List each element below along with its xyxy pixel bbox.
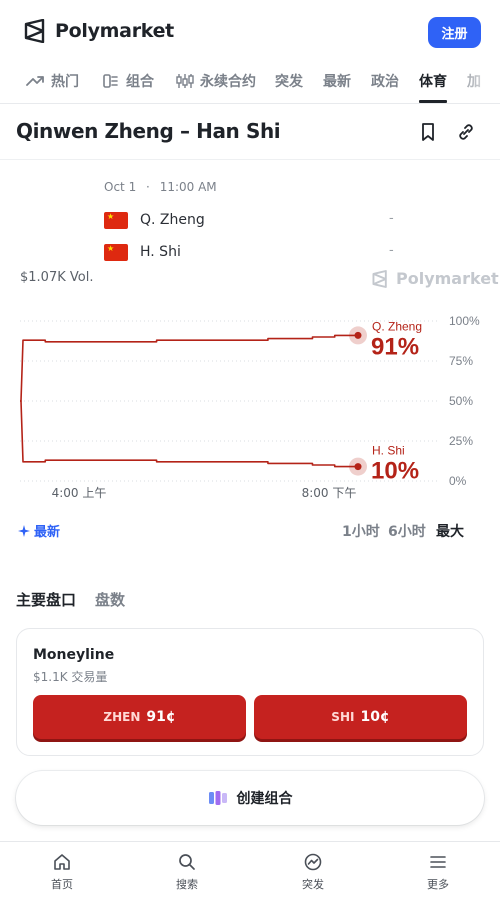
combo-icon xyxy=(103,74,118,88)
bet-option-price: 91¢ xyxy=(146,709,176,725)
china-flag-icon xyxy=(104,243,128,261)
watermark-text: Polymarket xyxy=(396,269,499,288)
nav-item-perpetuals[interactable]: 永续合约 xyxy=(175,71,256,91)
series-endpoint xyxy=(354,331,362,339)
moneyline-card: Moneyline $1.1K 交易量 ZHEN 91¢ SHI 10¢ xyxy=(16,628,484,756)
china-flag-icon xyxy=(104,211,128,229)
range-max-button[interactable]: 最大 xyxy=(436,521,464,541)
combo-cards-icon xyxy=(208,791,227,805)
chart-watermark: Polymarket xyxy=(372,269,499,288)
nav-scroll-fade xyxy=(450,62,500,103)
polymarket-logo-icon xyxy=(24,19,45,43)
range-1h-button[interactable]: 1小时 xyxy=(342,521,380,541)
bottom-nav-search[interactable]: 搜索 xyxy=(157,852,217,892)
match-datetime: Oct 1 · 11:00 AM xyxy=(104,180,217,194)
bottom-nav-label: 首页 xyxy=(51,878,73,891)
signup-button[interactable]: 注册 xyxy=(428,17,481,48)
home-icon xyxy=(54,854,70,870)
candlestick-icon xyxy=(176,74,194,88)
nav-item-sports[interactable]: 体育 xyxy=(419,71,447,91)
active-tab-indicator xyxy=(419,100,447,103)
match-date: Oct 1 xyxy=(104,180,137,194)
datetime-separator: · xyxy=(146,180,150,194)
market-title-bar: Qinwen Zheng – Han Shi xyxy=(0,104,500,160)
y-tick-label: 0% xyxy=(449,474,467,488)
bookmark-icon[interactable] xyxy=(417,121,439,143)
series-line xyxy=(20,334,357,402)
y-tick-label: 100% xyxy=(449,314,480,328)
team-row: H. Shi xyxy=(104,242,181,262)
y-tick-label: 75% xyxy=(449,354,473,368)
create-combo-button[interactable]: 创建组合 xyxy=(16,771,484,825)
link-icon[interactable] xyxy=(455,121,477,143)
range-6h-button[interactable]: 6小时 xyxy=(388,521,426,541)
team-score: - xyxy=(389,243,394,258)
bottom-nav-label: 突发 xyxy=(302,878,324,891)
series-endpoint xyxy=(354,463,362,471)
team-row: Q. Zheng xyxy=(104,210,205,230)
app-header: Polymarket 注册 xyxy=(0,0,500,62)
polymarket-logo[interactable]: Polymarket xyxy=(24,19,174,43)
bet-shi-button[interactable]: SHI 10¢ xyxy=(254,695,467,739)
tab-main-markets[interactable]: 主要盘口 xyxy=(16,589,76,610)
nav-item-trending[interactable]: 热门 xyxy=(26,71,79,91)
series-line xyxy=(20,400,357,468)
create-combo-label: 创建组合 xyxy=(236,791,293,807)
x-tick-label: 4:00 上午 xyxy=(52,486,107,500)
menu-icon xyxy=(430,856,446,868)
x-tick-label: 8:00 下午 xyxy=(302,486,357,500)
bet-option-name: SHI xyxy=(331,710,355,724)
category-nav: 热门 组合 永续合约 突发 最新 政治 体育 加 xyxy=(0,62,500,104)
team-name: H. Shi xyxy=(140,244,181,260)
trending-icon xyxy=(26,76,44,86)
search-icon xyxy=(179,854,195,870)
bottom-nav-home[interactable]: 首页 xyxy=(32,852,92,892)
nav-item-combo[interactable]: 组合 xyxy=(101,71,154,91)
y-tick-label: 50% xyxy=(449,394,473,408)
tab-set-count[interactable]: 盘数 xyxy=(95,589,125,610)
bottom-nav-label: 搜索 xyxy=(176,878,198,891)
bottom-nav-more[interactable]: 更多 xyxy=(408,852,468,892)
bet-option-name: ZHEN xyxy=(103,710,141,724)
market-title: Qinwen Zheng – Han Shi xyxy=(16,119,281,143)
series-name-label: H. Shi xyxy=(372,444,405,458)
y-tick-label: 25% xyxy=(449,434,473,448)
nav-item-politics[interactable]: 政治 xyxy=(371,71,399,91)
bottom-nav-breaking[interactable]: 突发 xyxy=(283,852,343,892)
nav-item-new[interactable]: 最新 xyxy=(323,71,351,91)
match-time: 11:00 AM xyxy=(159,180,217,194)
app-name: Polymarket xyxy=(55,20,174,42)
series-latest-value: 10% xyxy=(371,458,419,485)
market-volume: $1.07K Vol. xyxy=(20,270,94,285)
latest-toggle[interactable]: 最新 xyxy=(18,521,60,540)
nav-item-label: 热门 xyxy=(51,74,79,90)
nav-item-label: 永续合约 xyxy=(200,74,256,90)
latest-label: 最新 xyxy=(34,525,61,540)
price-chart[interactable]: 100% 75% 50% 25% 0% 4:00 上午 8:00 下午 Q. Zheng91%… xyxy=(0,300,500,510)
nav-item-breaking[interactable]: 突发 xyxy=(275,71,303,91)
bet-zhen-button[interactable]: ZHEN 91¢ xyxy=(33,695,246,739)
team-score: - xyxy=(389,211,394,226)
moneyline-title: Moneyline xyxy=(33,647,115,663)
sparkle-icon xyxy=(18,524,30,537)
moneyline-volume: $1.1K 交易量 xyxy=(33,670,108,684)
series-latest-value: 91% xyxy=(371,333,419,360)
bottom-nav-label: 更多 xyxy=(427,878,449,891)
series-name-label: Q. Zheng xyxy=(372,319,422,333)
nav-item-label: 组合 xyxy=(126,74,154,90)
polymarket-watermark-icon xyxy=(372,269,387,288)
bet-option-price: 10¢ xyxy=(360,709,390,725)
team-name: Q. Zheng xyxy=(140,212,205,228)
breaking-icon xyxy=(304,853,322,871)
bottom-nav: 首页 搜索 突发 更多 xyxy=(0,841,500,900)
